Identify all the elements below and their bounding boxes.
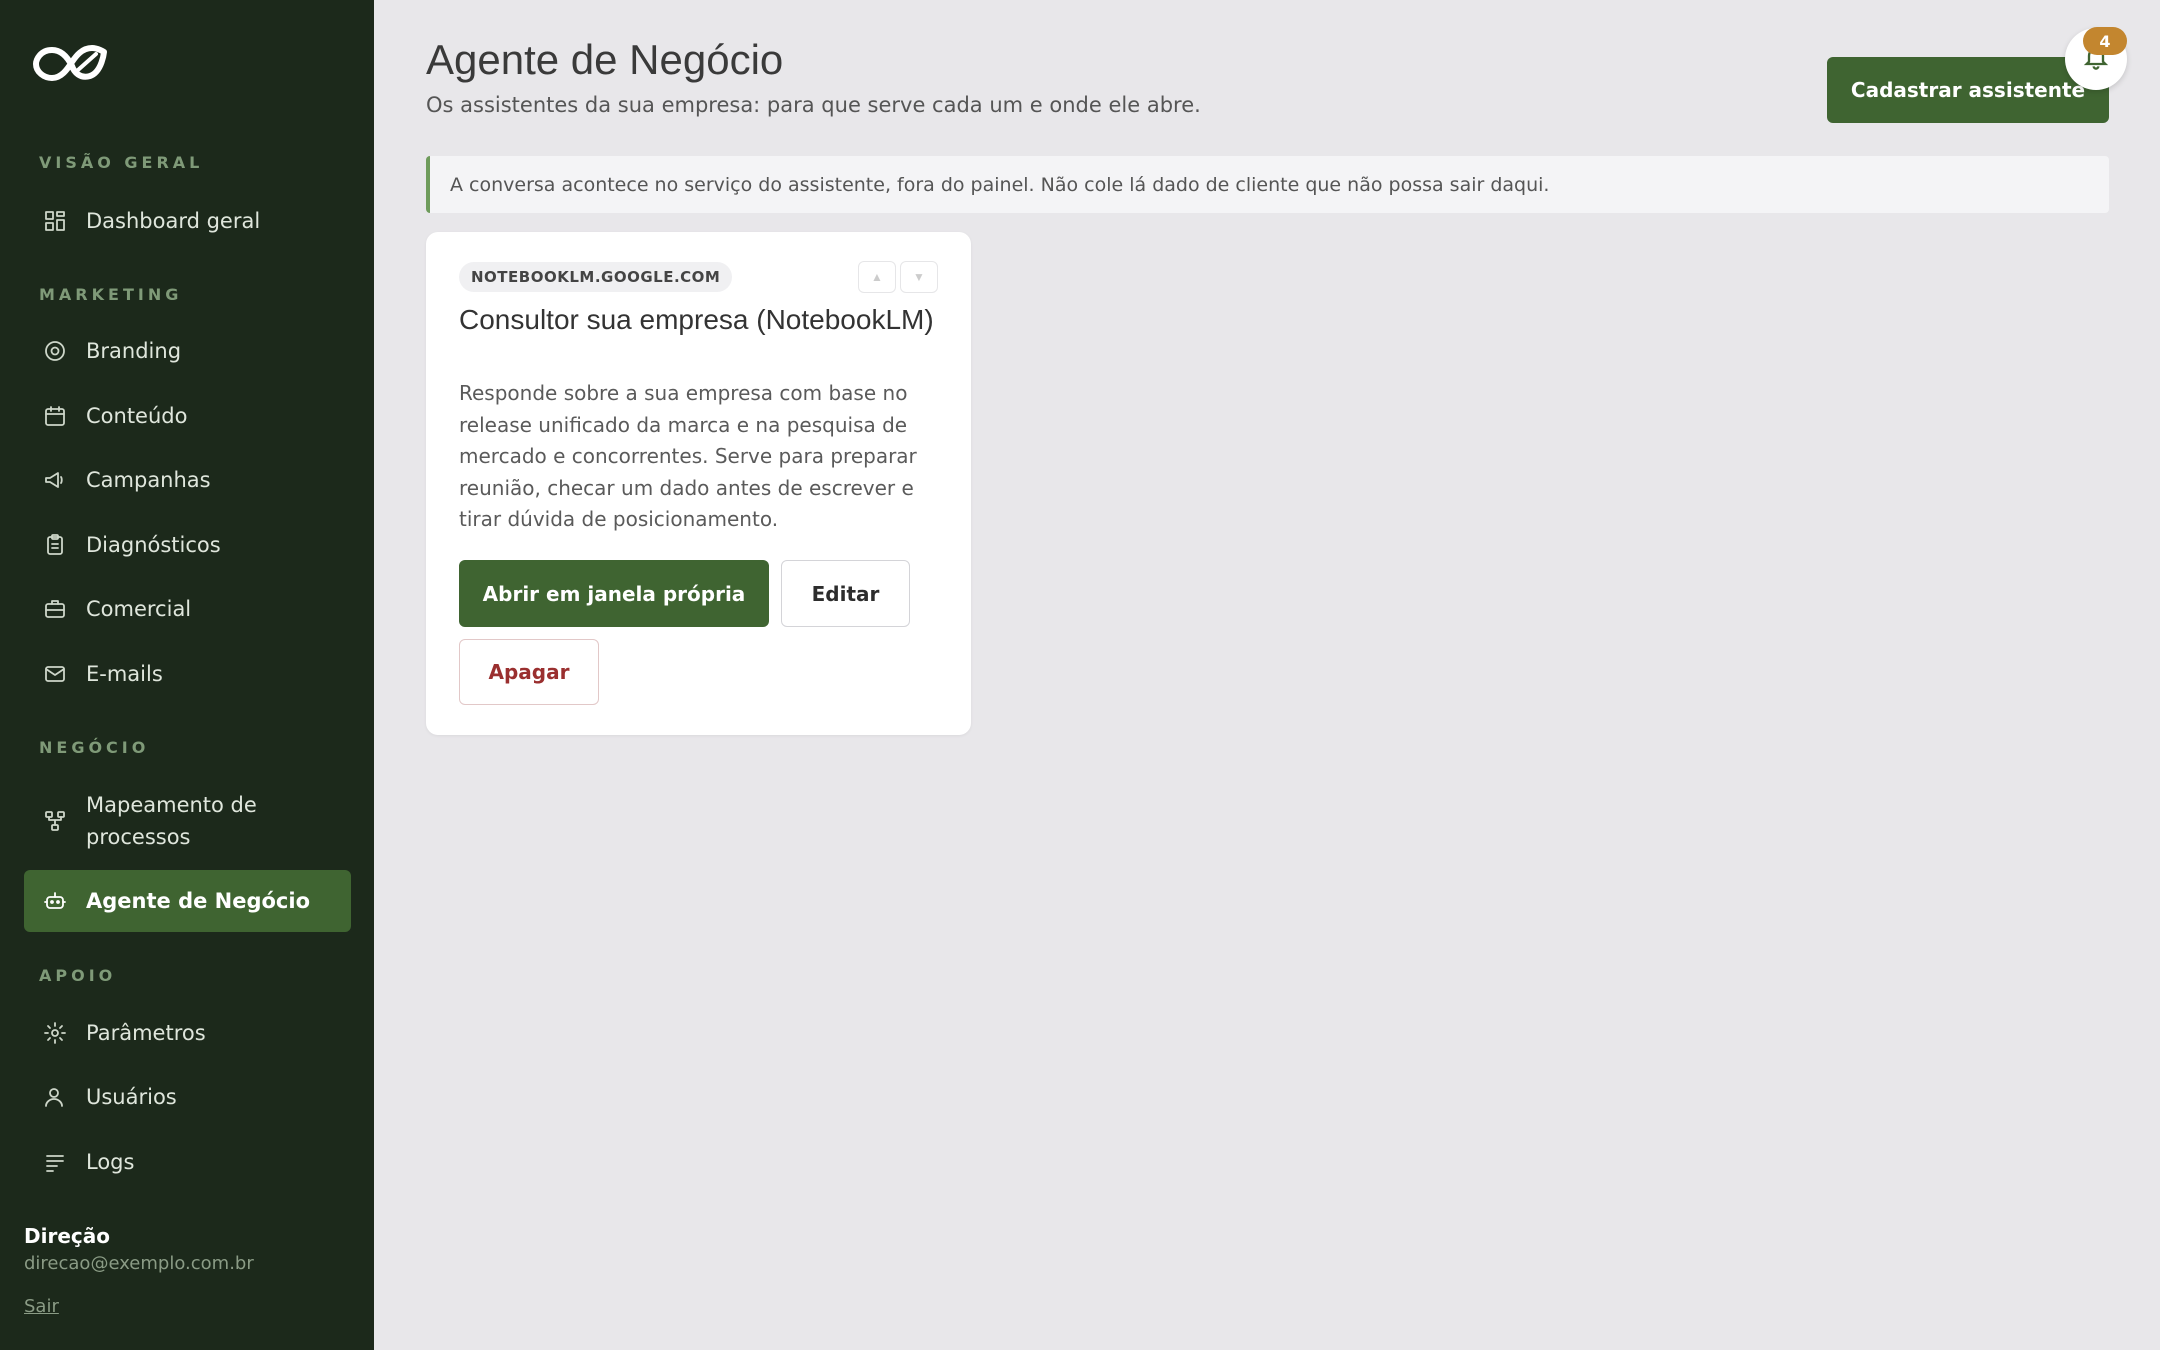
user-icon	[42, 1084, 68, 1110]
list-icon	[42, 1149, 68, 1175]
assistant-card: NOTEBOOKLM.GOOGLE.COM ▲ ▼ Consultor sua …	[426, 232, 971, 735]
sidebar-item-dashboard[interactable]: Dashboard geral	[24, 190, 351, 252]
notification-badge: 4	[2083, 27, 2127, 55]
sidebar-item-logs[interactable]: Logs	[24, 1131, 351, 1193]
sidebar-item-usuarios[interactable]: Usuários	[24, 1066, 351, 1128]
sidebar-item-emails[interactable]: E-mails	[24, 643, 351, 705]
sidebar-item-mapeamento[interactable]: Mapeamento de processos	[24, 779, 351, 863]
delete-button[interactable]: Apagar	[459, 639, 599, 705]
sidebar-item-campanhas[interactable]: Campanhas	[24, 449, 351, 511]
page-subtitle: Os assistentes da sua empresa: para que …	[426, 93, 1201, 117]
sidebar-item-label: E-mails	[86, 662, 163, 686]
section-label-apoio: APOIO	[39, 966, 117, 985]
sidebar-item-label: Dashboard geral	[86, 209, 261, 233]
target-icon	[42, 338, 68, 364]
sidebar-item-label: Parâmetros	[86, 1021, 206, 1045]
sidebar-item-conteudo[interactable]: Conteúdo	[24, 385, 351, 447]
gear-icon	[42, 1020, 68, 1046]
sidebar-item-label: Campanhas	[86, 468, 211, 492]
edit-button[interactable]: Editar	[781, 560, 910, 627]
info-notice: A conversa acontece no serviço do assist…	[426, 156, 2109, 213]
megaphone-icon	[42, 467, 68, 493]
assistant-description: Responde sobre a sua empresa com base no…	[459, 381, 917, 532]
sidebar-item-parametros[interactable]: Parâmetros	[24, 1002, 351, 1064]
domain-badge: NOTEBOOKLM.GOOGLE.COM	[459, 262, 733, 292]
sidebar-item-label: Agente de Negócio	[86, 889, 311, 913]
sidebar-item-label: Diagnósticos	[86, 533, 221, 557]
move-down-button[interactable]: ▼	[900, 261, 938, 293]
sidebar-item-label: Usuários	[86, 1085, 177, 1109]
sidebar-item-comercial[interactable]: Comercial	[24, 578, 351, 640]
section-label-overview: VISÃO GERAL	[39, 153, 204, 172]
sidebar-item-label: Branding	[86, 339, 182, 363]
calendar-icon	[42, 403, 68, 429]
sidebar-item-label: Logs	[86, 1150, 135, 1174]
clipboard-icon	[42, 532, 68, 558]
sidebar-item-label: Mapeamento de processos	[86, 793, 257, 849]
user-name: Direção	[24, 1224, 110, 1248]
sidebar: VISÃO GERAL Dashboard geral MARKETING Br…	[0, 0, 374, 1350]
sidebar-item-diagnosticos[interactable]: Diagnósticos	[24, 514, 351, 576]
assistant-title: Consultor sua empresa (NotebookLM)	[459, 304, 934, 335]
mail-icon	[42, 661, 68, 687]
logout-link[interactable]: Sair	[24, 1296, 59, 1317]
brand-logo-icon[interactable]	[32, 38, 108, 86]
flow-icon	[42, 808, 68, 834]
sidebar-item-branding[interactable]: Branding	[24, 320, 351, 382]
page-title: Agente de Negócio	[426, 36, 784, 83]
open-window-button[interactable]: Abrir em janela própria	[459, 560, 769, 627]
bot-icon	[42, 888, 68, 914]
sidebar-item-label: Conteúdo	[86, 404, 188, 428]
sidebar-item-label: Comercial	[86, 597, 192, 621]
grid-icon	[42, 208, 68, 234]
user-email: direcao@exemplo.com.br	[24, 1253, 254, 1274]
briefcase-icon	[42, 596, 68, 622]
section-label-negocio: NEGÓCIO	[39, 738, 150, 757]
section-label-marketing: MARKETING	[39, 285, 183, 304]
move-up-button[interactable]: ▲	[858, 261, 896, 293]
sidebar-item-agente-de-negocio[interactable]: Agente de Negócio	[24, 870, 351, 932]
